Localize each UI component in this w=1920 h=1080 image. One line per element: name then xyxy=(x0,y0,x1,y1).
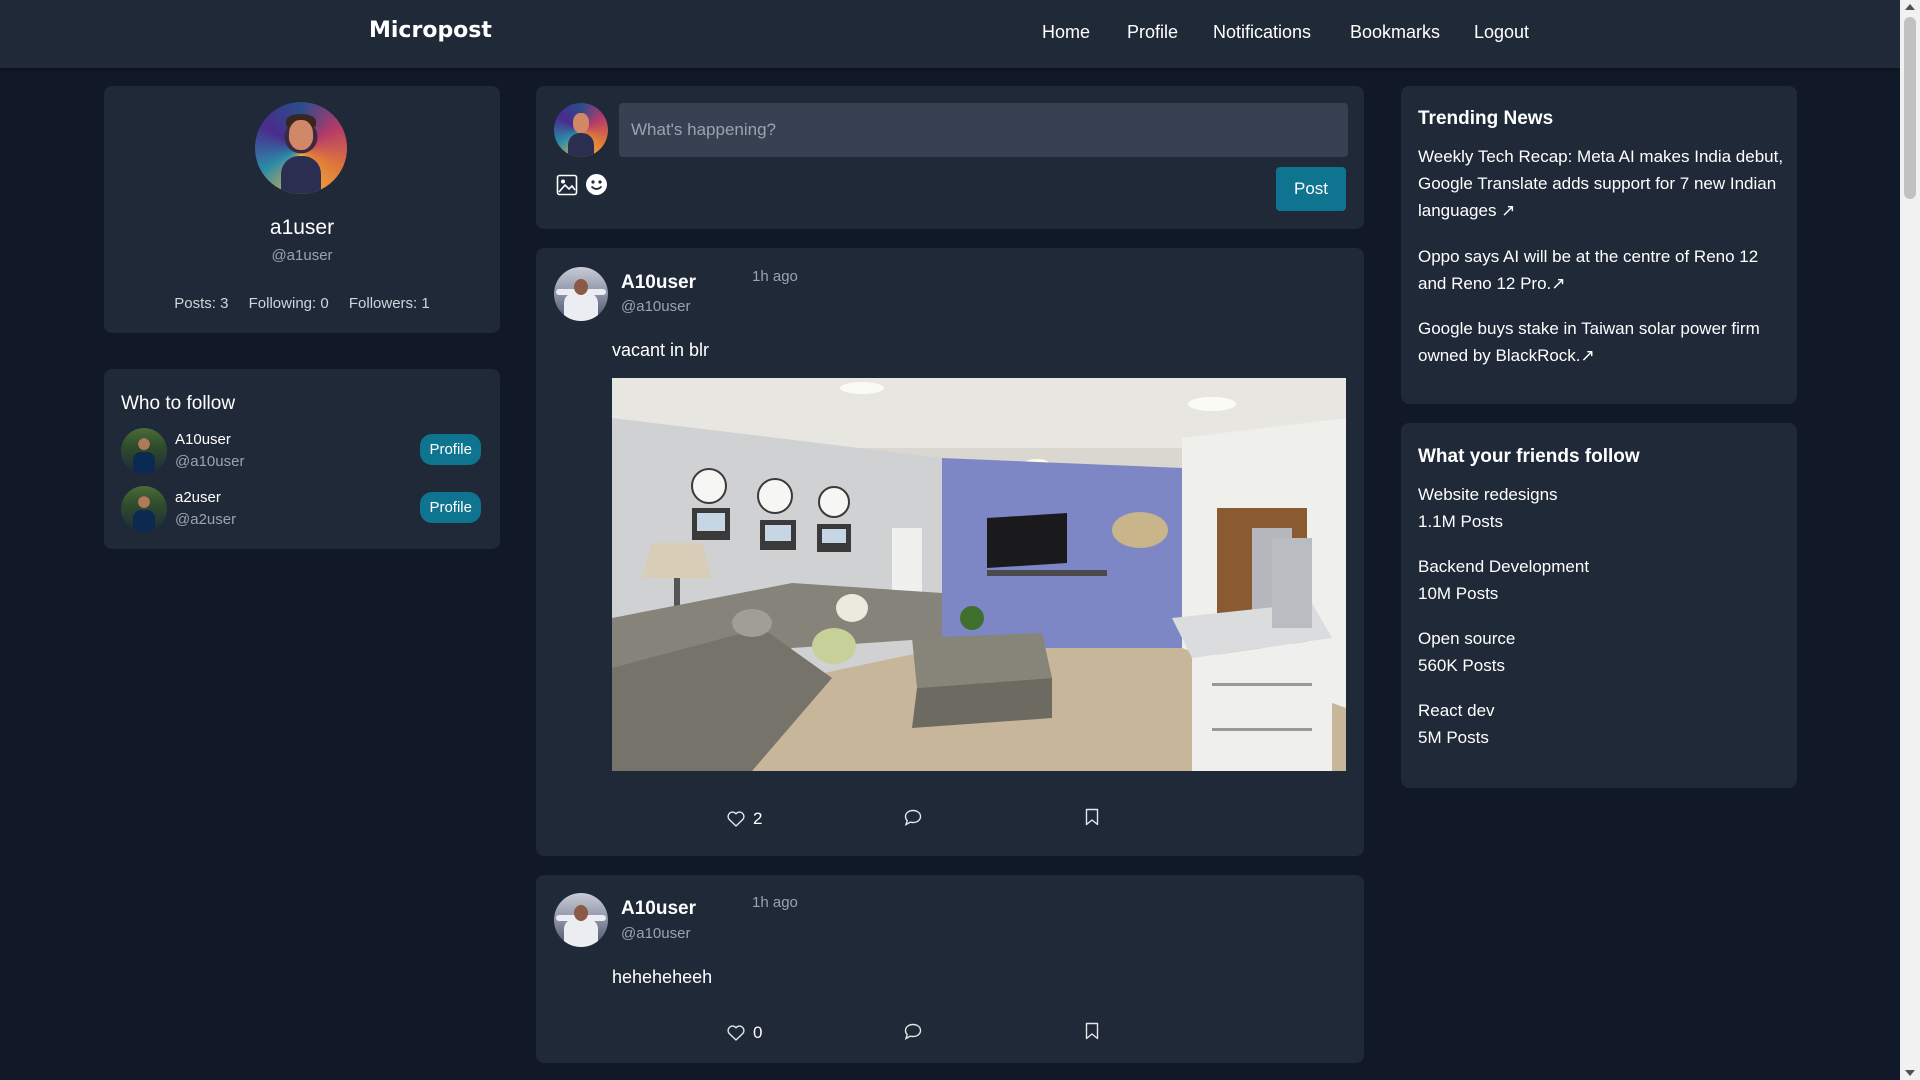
bookmark-icon xyxy=(1085,808,1099,826)
suggestion-name: A10user xyxy=(175,431,231,448)
comment-button[interactable] xyxy=(904,809,922,826)
avatar[interactable] xyxy=(121,428,167,474)
post-author[interactable]: A10user xyxy=(621,898,696,920)
profile-name: a1user xyxy=(269,216,335,239)
friends-follow-card: What your friends follow Website redesig… xyxy=(1401,423,1797,788)
nav-home[interactable]: Home xyxy=(1042,22,1090,43)
nav-notifications[interactable]: Notifications xyxy=(1213,22,1311,43)
bookmark-button[interactable] xyxy=(1085,808,1099,826)
profile-card: a1user @a1user Posts: 3 Following: 0 Fol… xyxy=(104,86,500,333)
post-text: vacant in blr xyxy=(612,340,710,360)
trending-title: Trending News xyxy=(1418,108,1554,129)
topic-post-count: 1.1M Posts xyxy=(1418,512,1504,531)
bookmark-button[interactable] xyxy=(1085,1022,1099,1040)
bookmark-icon xyxy=(1085,1022,1099,1040)
scroll-up-arrow-icon[interactable] xyxy=(1905,4,1915,10)
trending-news-card: Trending News Weekly Tech Recap: Meta AI… xyxy=(1401,86,1797,404)
composer-avatar xyxy=(554,103,608,157)
post-text: heheheheeh xyxy=(612,967,713,987)
nav-bookmarks[interactable]: Bookmarks xyxy=(1350,22,1440,43)
news-link[interactable]: Weekly Tech Recap: Meta AI makes India d… xyxy=(1418,143,1788,224)
suggestion-handle: @a2user xyxy=(175,511,237,528)
nav-logout[interactable]: Logout xyxy=(1474,22,1529,43)
follow-suggestion: A10user @a10user Profile xyxy=(121,428,481,476)
post-composer: Post xyxy=(536,86,1364,229)
view-profile-button[interactable]: Profile xyxy=(420,434,481,465)
post-handle: @a10user xyxy=(621,298,691,315)
top-navbar: Micropost Home Profile Notifications Boo… xyxy=(0,0,1900,68)
topic-item[interactable]: Open source 560K Posts xyxy=(1418,625,1788,679)
post-button[interactable]: Post xyxy=(1276,167,1346,211)
suggestion-handle: @a10user xyxy=(175,453,245,470)
profile-avatar[interactable] xyxy=(255,102,347,194)
like-button[interactable]: 0 xyxy=(727,1023,762,1043)
post-time: 1h ago xyxy=(752,894,798,911)
scroll-down-arrow-icon[interactable] xyxy=(1905,1070,1915,1076)
brand-logo[interactable]: Micropost xyxy=(369,18,492,43)
avatar[interactable] xyxy=(554,267,608,321)
posts-count: Posts: 3 xyxy=(174,295,229,312)
topic-post-count: 10M Posts xyxy=(1418,584,1499,603)
post-handle: @a10user xyxy=(621,925,691,942)
comment-button[interactable] xyxy=(904,1023,922,1040)
topic-post-count: 5M Posts xyxy=(1418,728,1489,747)
like-button[interactable]: 2 xyxy=(727,809,762,829)
profile-handle: @a1user xyxy=(271,247,333,264)
topic-name: React dev xyxy=(1418,701,1495,720)
topic-item[interactable]: Backend Development 10M Posts xyxy=(1418,553,1788,607)
topic-name: Backend Development xyxy=(1418,557,1590,576)
follow-suggestion: a2user @a2user Profile xyxy=(121,486,481,534)
avatar[interactable] xyxy=(554,893,608,947)
post-author[interactable]: A10user xyxy=(621,272,696,294)
compose-input[interactable] xyxy=(619,103,1348,157)
feed-post: A10user @a10user 1h ago heheheheeh 0 xyxy=(536,875,1364,1063)
heart-icon xyxy=(727,811,745,827)
topic-post-count: 560K Posts xyxy=(1418,656,1505,675)
nav-profile[interactable]: Profile xyxy=(1127,22,1178,43)
post-time: 1h ago xyxy=(752,268,798,285)
feed-post: A10user @a10user 1h ago vacant in blr 2 xyxy=(536,248,1364,856)
image-icon[interactable] xyxy=(556,174,578,200)
followers-count: Followers: 1 xyxy=(348,295,430,312)
topic-name: Open source xyxy=(1418,629,1516,648)
view-profile-button[interactable]: Profile xyxy=(420,492,481,523)
following-count: Following: 0 xyxy=(248,295,329,312)
comment-icon xyxy=(904,809,922,826)
post-image[interactable] xyxy=(612,378,1346,771)
news-link[interactable]: Oppo says AI will be at the centre of Re… xyxy=(1418,243,1788,297)
page-scrollbar[interactable] xyxy=(1900,0,1920,1080)
friends-follow-title: What your friends follow xyxy=(1418,446,1640,467)
topic-name: Website redesigns xyxy=(1418,485,1558,504)
emoji-icon[interactable] xyxy=(585,173,608,200)
scroll-thumb[interactable] xyxy=(1904,17,1916,199)
who-to-follow-card: Who to follow A10user @a10user Profile a… xyxy=(104,369,500,549)
suggestion-name: a2user xyxy=(175,489,221,506)
avatar[interactable] xyxy=(121,486,167,532)
topic-item[interactable]: React dev 5M Posts xyxy=(1418,697,1788,751)
heart-icon xyxy=(727,1025,745,1041)
topic-item[interactable]: Website redesigns 1.1M Posts xyxy=(1418,481,1788,535)
news-link[interactable]: Google buys stake in Taiwan solar power … xyxy=(1418,315,1788,369)
like-count: 2 xyxy=(753,809,763,828)
like-count: 0 xyxy=(753,1023,763,1042)
who-to-follow-title: Who to follow xyxy=(121,393,236,414)
comment-icon xyxy=(904,1023,922,1040)
profile-stats: Posts: 3 Following: 0 Followers: 1 xyxy=(104,295,500,312)
